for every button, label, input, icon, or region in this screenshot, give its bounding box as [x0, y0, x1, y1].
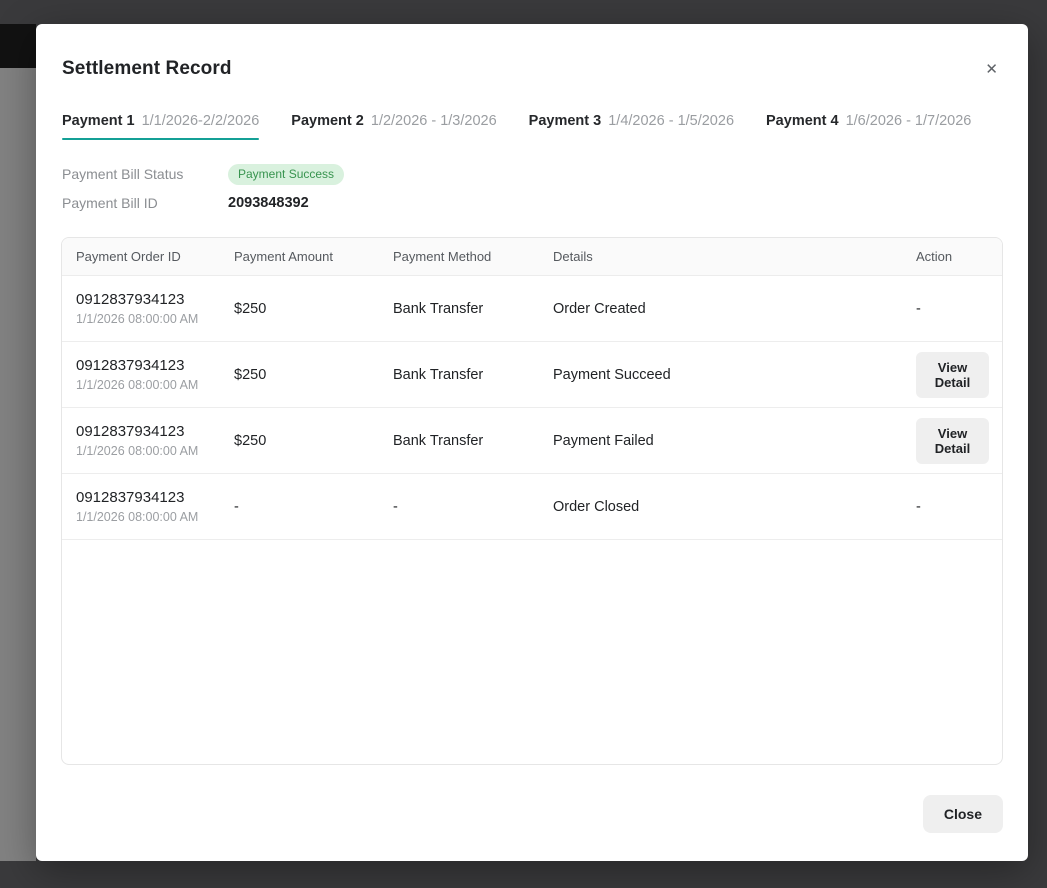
- amount-cell: -: [234, 499, 393, 515]
- order-id-cell: 0912837934123 1/1/2026 08:00:00 AM: [76, 423, 234, 458]
- tab-label: Payment 2: [291, 113, 364, 129]
- order-timestamp: 1/1/2026 08:00:00 AM: [76, 312, 234, 326]
- tab-payment-3[interactable]: Payment 3 1/4/2026 - 1/5/2026: [529, 113, 734, 140]
- action-cell: View Detail: [916, 352, 989, 398]
- bill-status-label: Payment Bill Status: [62, 166, 228, 182]
- details-cell: Order Created: [553, 301, 916, 317]
- tab-label: Payment 4: [766, 113, 839, 129]
- order-id: 0912837934123: [76, 357, 234, 374]
- modal-header: Settlement Record ✕: [36, 24, 1028, 80]
- action-empty: -: [916, 499, 921, 515]
- method-cell: Bank Transfer: [393, 367, 553, 383]
- method-cell: Bank Transfer: [393, 301, 553, 317]
- payment-tabs: Payment 1 1/1/2026-2/2/2026 Payment 2 1/…: [36, 113, 1028, 140]
- details-cell: Payment Succeed: [553, 367, 916, 383]
- details-cell: Order Closed: [553, 499, 916, 515]
- details-cell: Payment Failed: [553, 433, 916, 449]
- bill-id-label: Payment Bill ID: [62, 195, 228, 211]
- action-empty: -: [916, 301, 921, 317]
- bill-id-row: Payment Bill ID 2093848392: [62, 191, 1002, 215]
- action-cell: View Detail: [916, 418, 989, 464]
- tab-payment-1[interactable]: Payment 1 1/1/2026-2/2/2026: [62, 113, 259, 140]
- order-timestamp: 1/1/2026 08:00:00 AM: [76, 510, 234, 524]
- modal-title: Settlement Record: [62, 58, 232, 80]
- status-badge: Payment Success: [228, 164, 344, 185]
- settlement-record-modal: Settlement Record ✕ Payment 1 1/1/2026-2…: [36, 24, 1028, 861]
- column-header-action: Action: [916, 249, 989, 264]
- close-icon[interactable]: ✕: [983, 60, 1000, 79]
- view-detail-button[interactable]: View Detail: [916, 418, 989, 464]
- table-row: 0912837934123 1/1/2026 08:00:00 AM $250 …: [62, 342, 1002, 408]
- method-cell: -: [393, 499, 553, 515]
- column-header-order-id: Payment Order ID: [76, 249, 234, 264]
- bill-id-value: 2093848392: [228, 195, 309, 211]
- action-cell: -: [916, 499, 989, 515]
- tab-label: Payment 3: [529, 113, 602, 129]
- payment-orders-table: Payment Order ID Payment Amount Payment …: [61, 237, 1003, 765]
- tab-date-range: 1/6/2026 - 1/7/2026: [846, 113, 972, 129]
- close-button[interactable]: Close: [923, 795, 1003, 833]
- order-id: 0912837934123: [76, 291, 234, 308]
- amount-cell: $250: [234, 367, 393, 383]
- column-header-method: Payment Method: [393, 249, 553, 264]
- modal-footer: Close: [36, 765, 1028, 833]
- table-header-row: Payment Order ID Payment Amount Payment …: [62, 238, 1002, 276]
- order-id-cell: 0912837934123 1/1/2026 08:00:00 AM: [76, 357, 234, 392]
- bill-info: Payment Bill Status Payment Success Paym…: [36, 162, 1028, 215]
- method-cell: Bank Transfer: [393, 433, 553, 449]
- tab-date-range: 1/2/2026 - 1/3/2026: [371, 113, 497, 129]
- view-detail-button[interactable]: View Detail: [916, 352, 989, 398]
- table-row: 0912837934123 1/1/2026 08:00:00 AM - - O…: [62, 474, 1002, 540]
- column-header-details: Details: [553, 249, 916, 264]
- tab-payment-4[interactable]: Payment 4 1/6/2026 - 1/7/2026: [766, 113, 971, 140]
- action-cell: -: [916, 301, 989, 317]
- background-page-fragment: [0, 68, 36, 861]
- amount-cell: $250: [234, 301, 393, 317]
- background-navbar-fragment: [0, 24, 36, 68]
- amount-cell: $250: [234, 433, 393, 449]
- order-id-cell: 0912837934123 1/1/2026 08:00:00 AM: [76, 291, 234, 326]
- table-row: 0912837934123 1/1/2026 08:00:00 AM $250 …: [62, 408, 1002, 474]
- tab-date-range: 1/4/2026 - 1/5/2026: [608, 113, 734, 129]
- order-id: 0912837934123: [76, 423, 234, 440]
- bill-status-row: Payment Bill Status Payment Success: [62, 162, 1002, 186]
- table-row: 0912837934123 1/1/2026 08:00:00 AM $250 …: [62, 276, 1002, 342]
- column-header-amount: Payment Amount: [234, 249, 393, 264]
- order-id: 0912837934123: [76, 489, 234, 506]
- order-timestamp: 1/1/2026 08:00:00 AM: [76, 378, 234, 392]
- tab-label: Payment 1: [62, 113, 135, 129]
- order-id-cell: 0912837934123 1/1/2026 08:00:00 AM: [76, 489, 234, 524]
- tab-payment-2[interactable]: Payment 2 1/2/2026 - 1/3/2026: [291, 113, 496, 140]
- tab-date-range: 1/1/2026-2/2/2026: [142, 113, 260, 129]
- order-timestamp: 1/1/2026 08:00:00 AM: [76, 444, 234, 458]
